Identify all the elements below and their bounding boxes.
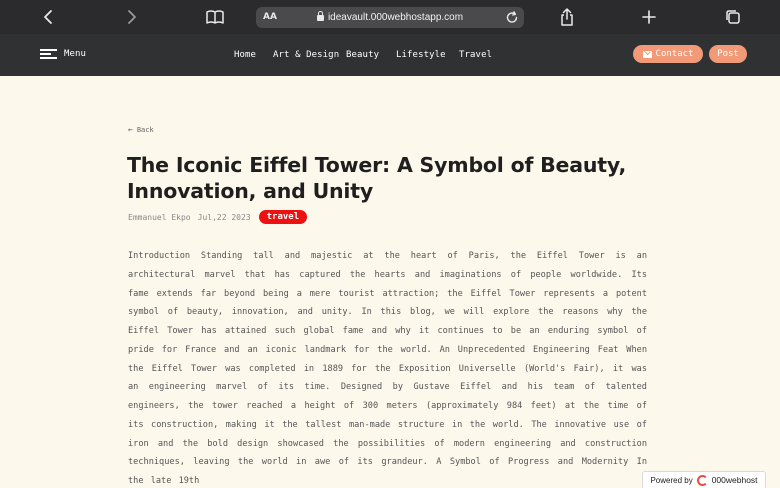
article-author: Emmanuel Ekpo	[128, 212, 191, 222]
arrow-left-icon: ←	[128, 125, 133, 134]
contact-label: Contact	[655, 49, 694, 59]
category-tag[interactable]: travel	[258, 210, 308, 224]
share-icon[interactable]	[556, 7, 578, 27]
nav-link-home[interactable]: Home	[234, 48, 256, 62]
article-body: Introduction Standing tall and majestic …	[128, 251, 647, 486]
badge-brand: 000webhost	[711, 475, 758, 485]
back-label: Back	[136, 125, 154, 134]
address-bar[interactable]: AA ideavault.000webhostapp.com	[256, 7, 524, 28]
lock-icon	[316, 11, 324, 23]
back-link[interactable]: ← Back	[128, 125, 154, 134]
nav-link-beauty[interactable]: Beauty	[346, 48, 379, 62]
envelope-icon	[642, 50, 652, 58]
nav-link-lifestyle[interactable]: Lifestyle	[396, 48, 446, 62]
article-date: Jul,22 2023	[197, 212, 251, 222]
powered-by-badge[interactable]: Powered by 000webhost	[642, 471, 766, 488]
book-icon[interactable]	[204, 7, 226, 27]
site-navigation: Menu Home Art & Design Beauty Lifestyle …	[0, 34, 780, 76]
post-label: Post	[717, 49, 739, 59]
nav-link-art-design[interactable]: Art & Design	[273, 48, 339, 62]
article-title: The Iconic Eiffel Tower: A Symbol of Bea…	[127, 153, 627, 203]
badge-label: Powered by	[650, 475, 693, 485]
webhost-logo-icon	[696, 474, 708, 486]
article-meta: Emmanuel Ekpo Jul,22 2023 travel	[128, 210, 308, 224]
contact-button[interactable]: Contact	[633, 45, 703, 63]
url-text[interactable]: ideavault.000webhostapp.com	[328, 12, 463, 23]
reload-icon[interactable]	[506, 8, 519, 33]
chevron-left-icon[interactable]	[38, 7, 60, 27]
chevron-right-icon[interactable]	[120, 7, 142, 27]
tabs-icon[interactable]	[722, 7, 744, 27]
plus-icon[interactable]	[638, 7, 660, 27]
nav-link-travel[interactable]: Travel	[459, 48, 492, 62]
browser-toolbar: AA ideavault.000webhostapp.com	[0, 0, 780, 34]
post-button[interactable]: Post	[709, 45, 747, 63]
